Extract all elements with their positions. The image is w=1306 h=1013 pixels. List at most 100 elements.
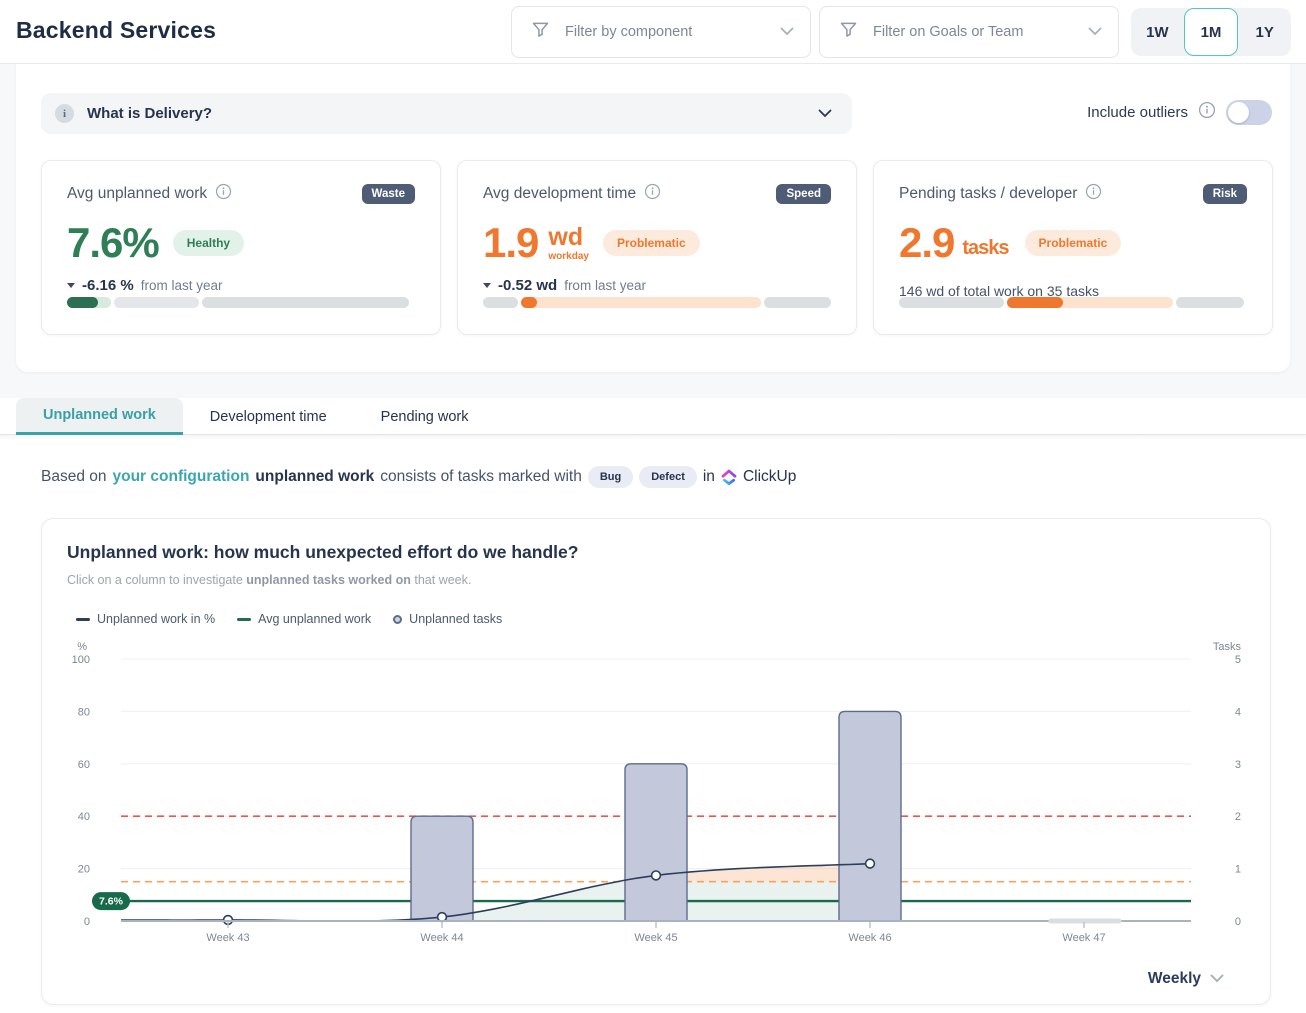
status-badge: Problematic: [603, 230, 700, 256]
metric-card-pending-tasks[interactable]: Pending tasks / developer Risk 2.9tasks …: [873, 160, 1273, 335]
time-range-1m[interactable]: 1M: [1184, 8, 1239, 56]
tab-pending-work[interactable]: Pending work: [354, 398, 496, 435]
svg-text:%: %: [77, 641, 87, 653]
delta-value: -0.52 wd: [498, 277, 557, 294]
weekly-dropdown[interactable]: Weekly: [1148, 970, 1224, 988]
card-title: Pending tasks / developer: [899, 185, 1077, 203]
svg-text:2: 2: [1235, 811, 1241, 823]
circle-marker-swatch: [393, 615, 402, 624]
unplanned-work-chart-card: Unplanned work: how much unexpected effo…: [41, 518, 1271, 1005]
chart-title: Unplanned work: how much unexpected effo…: [67, 542, 578, 563]
delivery-section-background: i What is Delivery? Include outliers Avg…: [0, 64, 1306, 398]
what-is-delivery-accordion[interactable]: i What is Delivery?: [41, 93, 852, 134]
note-bold: unplanned work: [255, 468, 374, 486]
info-icon: [644, 183, 661, 205]
defect-badge: Defect: [639, 466, 697, 488]
svg-text:7.6%: 7.6%: [99, 896, 124, 908]
legend-item-unplanned-tasks: Unplanned tasks: [393, 612, 502, 626]
metric-value: 1.9: [483, 219, 538, 267]
tab-bar: Unplanned work Development time Pending …: [16, 398, 496, 435]
toggle-knob: [1228, 102, 1249, 123]
funnel-icon: [838, 19, 859, 45]
bar-week-46: [839, 711, 901, 921]
bar-week-45: [625, 764, 687, 921]
chevron-down-icon: [780, 23, 794, 41]
note-middle: consists of tasks marked with: [380, 468, 582, 486]
triangle-down-icon: [483, 283, 491, 288]
unplanned-work-chart[interactable]: 7.6% Week 43 Week 44 Week 45 Week 46 Week 47%…: [63, 637, 1253, 953]
filter-goals-placeholder: Filter on Goals or Team: [873, 24, 1074, 40]
bug-badge: Bug: [588, 466, 633, 488]
include-outliers-control: Include outliers: [1087, 100, 1272, 125]
legend-item-unplanned-pct: Unplanned work in %: [76, 612, 215, 626]
svg-text:100: 100: [72, 654, 90, 666]
svg-text:Week 46: Week 46: [848, 932, 891, 944]
outliers-toggle[interactable]: [1226, 100, 1272, 125]
delta-caption: from last year: [141, 278, 223, 293]
note-conjunction: in: [703, 468, 715, 486]
time-range-1y[interactable]: 1Y: [1238, 8, 1291, 56]
svg-text:0: 0: [1235, 916, 1241, 928]
filter-goals-dropdown[interactable]: Filter on Goals or Team: [819, 6, 1119, 58]
metric-card-unplanned-work[interactable]: Avg unplanned work Waste 7.6% Healthy -6…: [41, 160, 441, 335]
triangle-down-icon: [67, 283, 75, 288]
metric-value: 2.9tasks: [899, 219, 1009, 267]
configuration-note: Based on your configuration unplanned wo…: [41, 466, 796, 488]
chevron-down-icon: [818, 105, 832, 123]
info-icon: [1198, 101, 1216, 124]
svg-text:20: 20: [78, 864, 90, 876]
svg-text:80: 80: [78, 706, 90, 718]
delta-value: -6.16 %: [82, 277, 134, 294]
tab-unplanned-work[interactable]: Unplanned work: [16, 398, 183, 435]
delivery-panel: i What is Delivery? Include outliers Avg…: [16, 64, 1290, 372]
progress-bar: [67, 297, 415, 308]
info-icon: [1085, 183, 1102, 205]
filter-component-placeholder: Filter by component: [565, 24, 766, 40]
status-badge: Problematic: [1025, 230, 1122, 256]
speed-badge: Speed: [776, 184, 831, 204]
progress-bar: [483, 297, 831, 308]
legend-item-avg-unplanned: Avg unplanned work: [237, 612, 371, 626]
your-configuration-link[interactable]: your configuration: [113, 468, 250, 486]
waste-badge: Waste: [362, 184, 415, 204]
tab-development-time[interactable]: Development time: [183, 398, 354, 435]
funnel-icon: [530, 19, 551, 45]
svg-text:40: 40: [78, 811, 90, 823]
svg-text:60: 60: [78, 759, 90, 771]
page-title: Backend Services: [16, 17, 216, 44]
svg-text:3: 3: [1235, 759, 1241, 771]
card-title: Avg development time: [483, 185, 636, 203]
svg-text:Week 45: Week 45: [634, 932, 677, 944]
status-badge: Healthy: [173, 230, 244, 256]
chart-subtitle: Click on a column to investigate unplann…: [67, 573, 471, 587]
bar-week-44: [411, 816, 473, 921]
chart-legend: Unplanned work in % Avg unplanned work U…: [76, 612, 502, 626]
line-swatch: [237, 618, 251, 621]
include-outliers-label: Include outliers: [1087, 104, 1188, 121]
metric-unit: wd workday: [548, 225, 589, 262]
metric-value: 7.6%: [67, 219, 159, 267]
metric-card-development-time[interactable]: Avg development time Speed 1.9 wd workda…: [457, 160, 857, 335]
svg-text:5: 5: [1235, 654, 1241, 666]
clickup-label: ClickUp: [743, 468, 796, 486]
svg-text:0: 0: [84, 916, 90, 928]
time-range-1w[interactable]: 1W: [1131, 8, 1184, 56]
svg-text:Tasks: Tasks: [1213, 641, 1242, 653]
delta-caption: from last year: [564, 278, 646, 293]
card-title: Avg unplanned work: [67, 185, 207, 203]
note-prefix: Based on: [41, 468, 107, 486]
accordion-label: What is Delivery?: [87, 105, 805, 122]
filter-component-dropdown[interactable]: Filter by component: [511, 6, 811, 58]
chevron-down-icon: [1088, 23, 1102, 41]
svg-text:4: 4: [1235, 706, 1241, 718]
clickup-icon: [721, 468, 737, 486]
svg-text:Week 47: Week 47: [1062, 932, 1105, 944]
time-range-group: 1W 1M 1Y: [1131, 8, 1291, 56]
risk-badge: Risk: [1203, 184, 1247, 204]
info-icon: i: [55, 104, 74, 123]
svg-text:1: 1: [1235, 864, 1241, 876]
svg-text:Week 44: Week 44: [420, 932, 463, 944]
progress-bar: [899, 297, 1247, 308]
divider-shadow: [0, 435, 1306, 440]
svg-text:Week 43: Week 43: [206, 932, 249, 944]
